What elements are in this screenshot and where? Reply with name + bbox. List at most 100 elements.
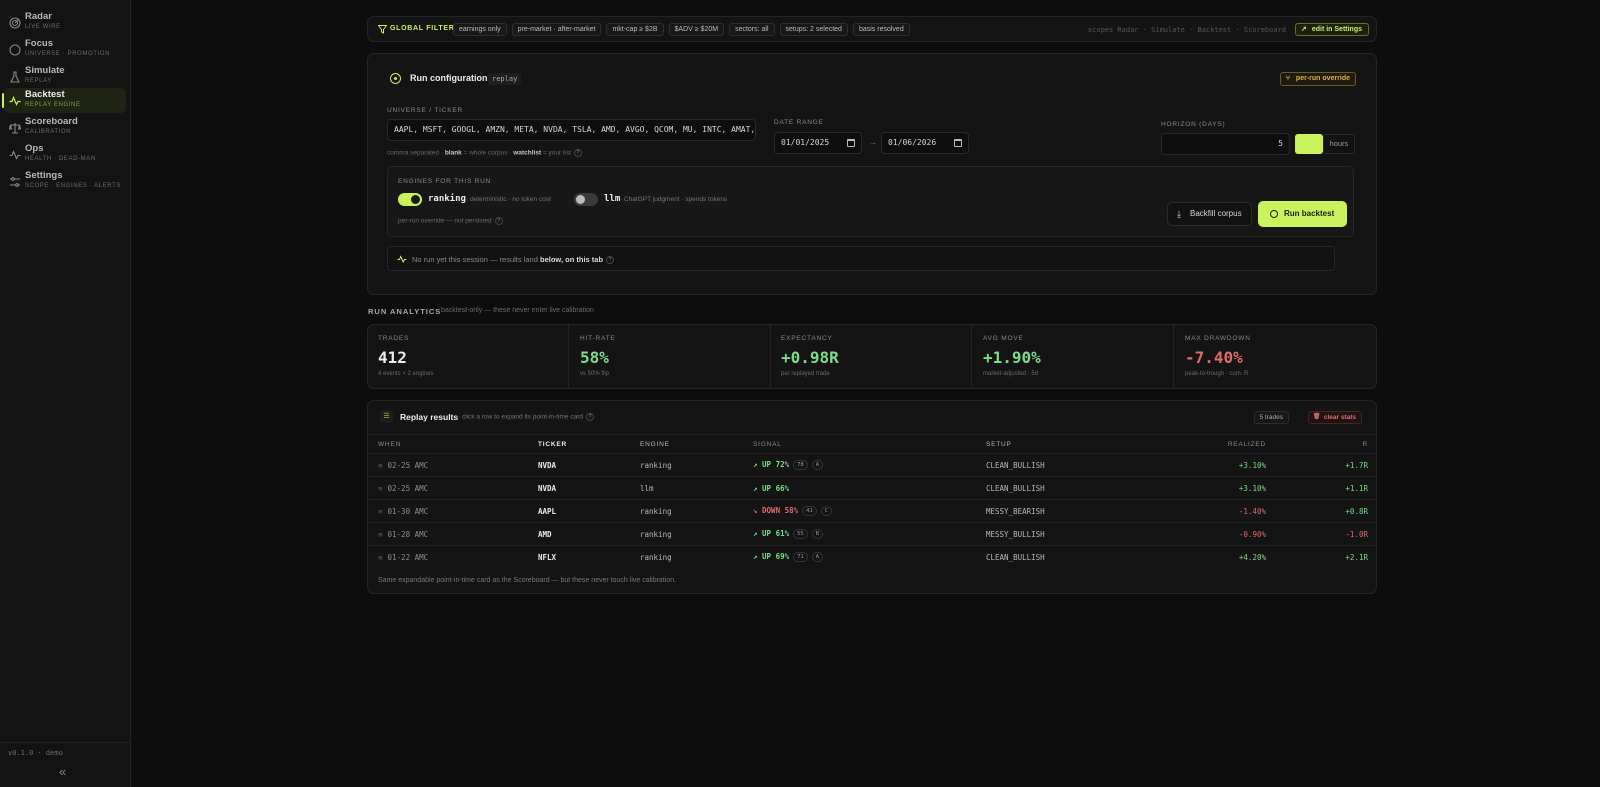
calendar-icon <box>847 139 855 147</box>
help-icon[interactable]: ? <box>494 217 503 225</box>
toggle-knob <box>411 195 420 204</box>
llm-engine-toggle[interactable] <box>574 193 598 206</box>
cell-realized: +4.20% <box>1146 545 1266 569</box>
universe-input[interactable]: AAPL, MSFT, GOOGL, AMZN, META, NVDA, TSL… <box>387 119 756 141</box>
table-row[interactable]: ≡ 02-25 AMC NVDA ranking ↗ UP 72% 78 A CLEAN_BU… <box>368 453 1376 477</box>
score-pill: 71 <box>793 552 808 563</box>
date-to-input[interactable]: 01/06/2026 <box>881 132 969 154</box>
horizon-days-toggle[interactable]: days <box>1295 134 1323 154</box>
score-pill: 78 <box>793 460 808 470</box>
activity-icon <box>9 95 21 106</box>
filter-scopes: scopes Radar · Simulate · Backtest · Sco… <box>1087 26 1286 34</box>
stat-hint: market-adjusted · 5d <box>983 371 1039 377</box>
per-run-override-button[interactable]: per-run override <box>1279 72 1356 86</box>
backfill-corpus-button[interactable]: Backfill corpus <box>1167 202 1252 226</box>
cell-r: -1.0R <box>1266 522 1376 546</box>
horizon-input[interactable]: 5 <box>1161 133 1290 155</box>
filter-chip[interactable]: mkt-cap ≥ $2B <box>606 23 664 36</box>
sidebar-item-sub: HEALTH · DEAD-MAN <box>25 156 96 162</box>
column-header[interactable]: R <box>1266 434 1376 454</box>
replay-results-title: Replay results <box>400 412 459 422</box>
trend-down-icon: ↘ <box>753 506 758 515</box>
column-header[interactable]: WHEN <box>368 434 538 454</box>
grade-pill: A <box>811 460 824 470</box>
cell-signal: ↗ UP 72% 78 A <box>753 453 986 477</box>
replay-results-panel: ☰ Replay results · click a row to expand… <box>367 400 1377 594</box>
llm-engine-desc: · ChatGPT judgment · spends tokens <box>620 196 728 203</box>
filter-chip[interactable]: earnings only <box>453 23 507 36</box>
cell-engine: ranking <box>640 499 753 523</box>
run-analytics-title: RUN ANALYTICS <box>368 307 442 316</box>
cell-r: +1.7R <box>1266 453 1376 477</box>
sidebar-item-label: Simulate <box>25 65 65 76</box>
horizon-hours-toggle[interactable]: hours <box>1323 134 1355 154</box>
stat-value: 412 <box>378 348 407 367</box>
table-row[interactable]: ≡ 01-28 AMC AMD ranking ↗ UP 61% 55 B MESSY_BUL… <box>368 522 1376 546</box>
scale-icon <box>9 123 21 134</box>
app: Radar LIVE WIRE Focus UNIVERSE · PROMOTI… <box>0 0 1600 787</box>
help-icon[interactable]: ? <box>586 413 594 421</box>
sidebar-item-focus[interactable]: Focus UNIVERSE · PROMOTION <box>4 37 126 62</box>
signal-value: UP 72% <box>762 460 790 469</box>
stat-avg-move: AVG MOVE +1.90% market-adjusted · 5d <box>973 325 1174 389</box>
filter-chip[interactable]: sectors: all <box>729 23 775 36</box>
run-backtest-button[interactable]: Run backtest <box>1258 201 1347 227</box>
table-row[interactable]: ≡ 01-30 AMC AAPL ranking ↘ DOWN 58% 41 C MESSY_… <box>368 499 1376 523</box>
signal-value: UP 66% <box>762 483 790 493</box>
sidebar-item-scoreboard[interactable]: Scoreboard CALIBRATION <box>4 115 126 140</box>
sidebar-item-backtest[interactable]: Backtest REPLAY ENGINE <box>2 88 126 113</box>
results-table: WHEN TICKER ENGINE SIGNAL SETUP REALIZED… <box>368 434 1376 569</box>
help-icon[interactable]: ? <box>573 149 582 157</box>
collapse-sidebar-button[interactable]: « <box>59 764 66 779</box>
score-pill: 41 <box>802 506 817 516</box>
stat-hint: per replayed trade <box>781 371 830 377</box>
cell-when: ≡ 01-22 AMC <box>368 545 538 569</box>
column-header[interactable]: TICKER <box>538 434 640 454</box>
cell-r: +0.8R <box>1266 499 1376 523</box>
filter-chip[interactable]: basis resolved <box>852 23 910 36</box>
expand-icon[interactable]: ≡ <box>378 553 383 562</box>
cell-signal: ↗ UP 61% 55 B <box>753 522 986 546</box>
target-icon <box>9 44 21 56</box>
filter-chip[interactable]: setups: 2 selected <box>779 23 848 36</box>
filter-chip[interactable]: pre-market · after-market <box>511 23 602 36</box>
expand-icon[interactable]: ≡ <box>378 507 383 516</box>
column-header[interactable]: REALIZED <box>1146 434 1266 454</box>
filter-chip[interactable]: $ADV ≥ $20M <box>668 23 725 36</box>
table-row[interactable]: ≡ 01-22 AMC NFLX ranking ↗ UP 69% 71 A CLEAN_BU… <box>368 545 1376 569</box>
llm-engine-name: llm <box>604 194 621 204</box>
date-range-label: DATE RANGE <box>774 119 824 126</box>
cell-engine: ranking <box>640 545 753 569</box>
column-header[interactable]: ENGINE <box>640 434 753 454</box>
stat-label: MAX DRAWDOWN <box>1185 335 1251 342</box>
sidebar-divider <box>0 742 130 743</box>
run-configuration-title: Run configuration <box>410 73 488 83</box>
sidebar-item-simulate[interactable]: Simulate REPLAY <box>4 64 126 89</box>
stat-value: +1.90% <box>983 348 1041 367</box>
cell-realized: +3.10% <box>1146 453 1266 477</box>
table-row[interactable]: ≡ 02-25 AMC NVDA llm ↗ UP 66% CLEAN_BULLISH +3… <box>368 476 1376 500</box>
grade-pill: B <box>811 529 824 539</box>
expand-icon[interactable]: ≡ <box>378 484 383 493</box>
sidebar-item-ops[interactable]: Ops HEALTH · DEAD-MAN <box>4 142 126 167</box>
toggle-knob <box>576 195 585 204</box>
ranking-engine-toggle[interactable] <box>398 193 422 206</box>
expand-icon[interactable]: ≡ <box>378 530 383 539</box>
sidebar: Radar LIVE WIRE Focus UNIVERSE · PROMOTI… <box>0 0 131 787</box>
radar-icon <box>9 17 21 29</box>
sidebar-item-settings[interactable]: Settings SCOPE · ENGINES · ALERTS <box>4 169 126 194</box>
filter-icon <box>378 25 387 34</box>
edit-in-settings-button[interactable]: edit in Settings <box>1294 23 1369 36</box>
help-icon[interactable]: ? <box>606 256 615 265</box>
version-label: v0.1.0 · demo <box>8 749 63 757</box>
expand-icon[interactable]: ≡ <box>378 461 383 470</box>
date-from-input[interactable]: 01/01/2025 <box>774 132 862 154</box>
sidebar-item-radar[interactable]: Radar LIVE WIRE <box>4 10 126 35</box>
signal-value: UP 69% <box>762 552 790 562</box>
column-header[interactable]: SETUP <box>986 434 1146 454</box>
column-header[interactable]: SIGNAL <box>753 434 986 454</box>
cell-setup: MESSY_BEARISH <box>986 499 1146 523</box>
cell-engine: ranking <box>640 522 753 546</box>
results-rows: ≡ 02-25 AMC NVDA ranking ↗ UP 72% 78 A CLEAN_BU… <box>368 453 1376 569</box>
clear-stats-button[interactable]: clear stats <box>1307 411 1362 424</box>
